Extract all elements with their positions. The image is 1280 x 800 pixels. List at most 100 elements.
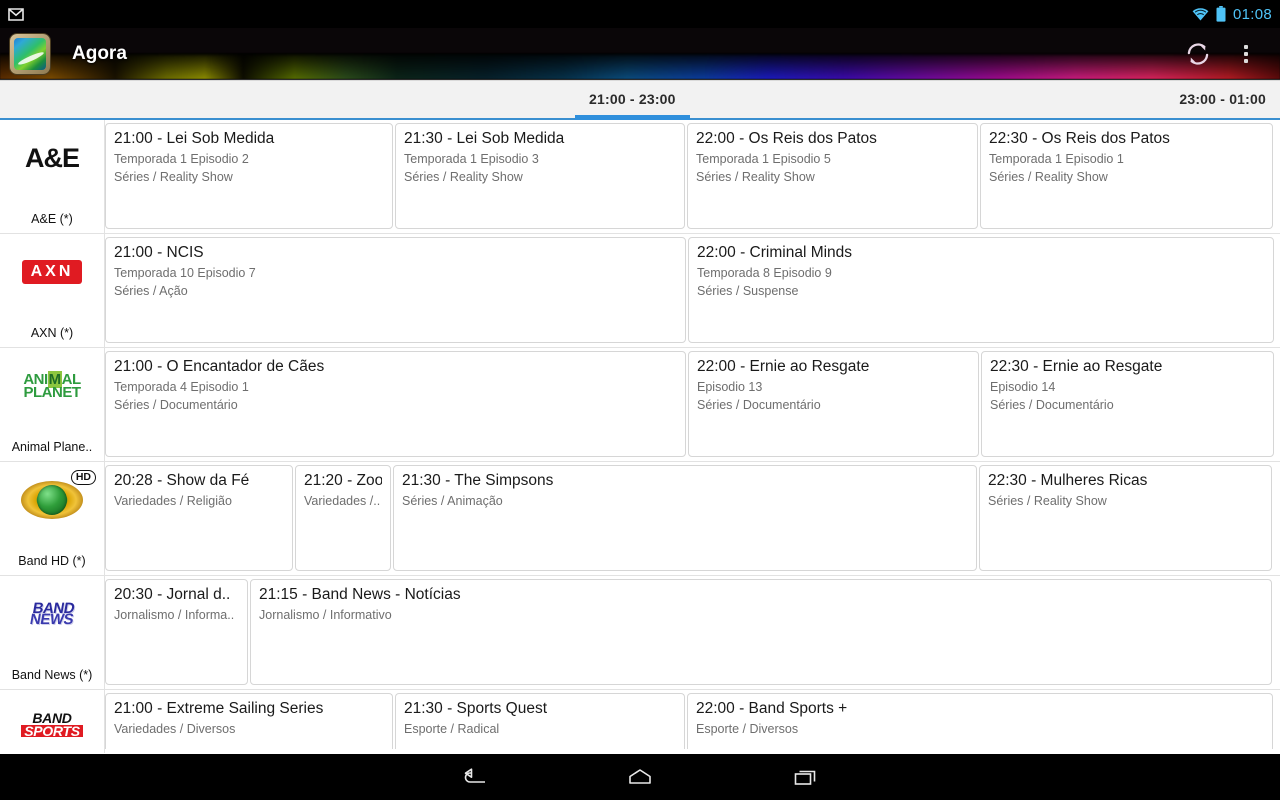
action-bar: Agora <box>0 28 1280 80</box>
program-title: 21:30 - Lei Sob Medida <box>404 130 565 147</box>
overflow-menu-icon <box>1244 44 1248 63</box>
channel-header-ae[interactable]: A&E A&E (*) <box>0 120 105 233</box>
program-cell[interactable]: 22:00 - Criminal Minds Temporada 8 Episo… <box>688 237 1274 343</box>
program-genre: Variedades /.. <box>304 494 381 508</box>
ae-logo: A&E <box>24 142 80 173</box>
program-cell[interactable]: 21:00 - NCIS Temporada 10 Episodio 7 Sér… <box>105 237 686 343</box>
program-title: 22:30 - Os Reis dos Patos <box>989 130 1170 147</box>
status-bar-system: 01:08 <box>1192 6 1272 23</box>
program-genre: Esporte / Radical <box>404 722 500 736</box>
program-genre: Esporte / Diversos <box>696 722 799 736</box>
program-genre: Séries / Documentário <box>114 398 238 412</box>
program-episode: Episodio 14 <box>990 380 1056 394</box>
program-cell[interactable]: 22:00 - Band Sports + Esporte / Diversos <box>687 693 1273 749</box>
program-episode: Temporada 1 Episodio 2 <box>114 152 249 166</box>
channel-header-axn[interactable]: AXN AXN (*) <box>0 234 105 347</box>
recents-button[interactable] <box>783 754 829 800</box>
axn-logo: AXN <box>2 244 102 300</box>
program-episode: Temporada 4 Episodio 1 <box>114 380 249 394</box>
tab-21-23[interactable]: 21:00 - 23:00 <box>575 80 690 120</box>
program-title: 22:30 - Ernie ao Resgate <box>990 358 1163 375</box>
program-cell[interactable]: 20:28 - Show da Fé Variedades / Religião <box>105 465 293 571</box>
program-title: 21:00 - NCIS <box>114 244 204 261</box>
program-genre: Séries / Reality Show <box>114 170 233 184</box>
channel-row: BAND SPORTS 21:00 - Extreme Sailing Serie… <box>0 690 1280 753</box>
program-cell[interactable]: 21:00 - Lei Sob Medida Temporada 1 Episo… <box>105 123 393 229</box>
program-genre: Séries / Reality Show <box>696 170 815 184</box>
program-genre: Séries / Ação <box>114 284 188 298</box>
battery-icon <box>1216 6 1226 22</box>
program-cell[interactable]: 21:15 - Band News - Notícias Jornalismo … <box>250 579 1272 685</box>
channel-name: AXN (*) <box>30 326 74 340</box>
android-navigation-bar <box>0 754 1280 800</box>
program-cell[interactable]: 22:30 - Ernie ao Resgate Episodio 14 Sér… <box>981 351 1274 457</box>
program-cell[interactable]: 21:30 - Sports Quest Esporte / Radical <box>395 693 685 749</box>
program-title: 21:30 - Sports Quest <box>404 700 548 717</box>
program-cell[interactable]: 22:30 - Mulheres Ricas Séries / Reality … <box>979 465 1272 571</box>
program-episode: Temporada 10 Episodio 7 <box>114 266 256 280</box>
mail-icon <box>8 7 24 21</box>
program-cell[interactable]: 20:30 - Jornal d.. Jornalismo / Informa.… <box>105 579 248 685</box>
animal-planet-logo: ANIMAL PLANET <box>23 371 81 401</box>
program-title: 21:15 - Band News - Notícias <box>259 586 461 603</box>
channel-header-animal-planet[interactable]: ANIMAL PLANET Animal Plane.. <box>0 348 105 461</box>
channel-row: A&E A&E (*) 21:00 - Lei Sob Medida Tempo… <box>0 120 1280 234</box>
program-cell[interactable]: 21:00 - O Encantador de Cães Temporada 4… <box>105 351 686 457</box>
program-cell[interactable]: 21:00 - Extreme Sailing Series Variedade… <box>105 693 393 749</box>
program-genre: Jornalismo / Informativo <box>259 608 392 622</box>
hd-badge: HD <box>70 470 96 485</box>
program-title: 21:20 - Zoo <box>304 472 382 489</box>
channel-name: Band HD (*) <box>18 554 86 568</box>
program-title: 21:00 - Lei Sob Medida <box>114 130 275 147</box>
home-icon <box>627 767 653 787</box>
program-genre: Variedades / Religião <box>114 494 232 508</box>
refresh-button[interactable] <box>1174 30 1222 78</box>
program-genre: Séries / Reality Show <box>989 170 1108 184</box>
channel-header-band-news[interactable]: BAND NEWS Band News (*) <box>0 576 105 689</box>
program-episode: Temporada 1 Episodio 5 <box>696 152 831 166</box>
program-cell[interactable]: 21:30 - The Simpsons Séries / Animação <box>393 465 977 571</box>
program-genre: Séries / Suspense <box>697 284 799 298</box>
time-range-tabs: 21:00 - 23:00 23:00 - 01:00 <box>0 80 1280 120</box>
channel-row: AXN AXN (*) 21:00 - NCIS Temporada 10 Ep… <box>0 234 1280 348</box>
wifi-icon <box>1192 7 1209 21</box>
program-title: 20:28 - Show da Fé <box>114 472 250 489</box>
program-episode: Temporada 8 Episodio 9 <box>697 266 832 280</box>
channel-row: BAND NEWS Band News (*) 20:30 - Jornal d.… <box>0 576 1280 690</box>
program-cell[interactable]: 22:30 - Os Reis dos Patos Temporada 1 Ep… <box>980 123 1273 229</box>
program-title: 20:30 - Jornal d.. <box>114 586 231 603</box>
program-cell[interactable]: 22:00 - Ernie ao Resgate Episodio 13 Sér… <box>688 351 979 457</box>
status-bar: 01:08 <box>0 0 1280 28</box>
home-button[interactable] <box>617 754 663 800</box>
channel-header-band-hd[interactable]: HD Band HD (*) <box>0 462 105 575</box>
program-genre: Séries / Reality Show <box>988 494 1107 508</box>
channel-row: ANIMAL PLANET Animal Plane.. 21:00 - O En… <box>0 348 1280 462</box>
tab-23-01[interactable]: 23:00 - 01:00 <box>1165 80 1280 118</box>
app-title: Agora <box>72 42 127 64</box>
program-episode: Temporada 1 Episodio 3 <box>404 152 539 166</box>
program-episode: Temporada 1 Episodio 1 <box>989 152 1124 166</box>
channel-name: Band News (*) <box>11 668 93 682</box>
program-cell[interactable]: 22:00 - Os Reis dos Patos Temporada 1 Ep… <box>687 123 978 229</box>
program-title: 22:00 - Band Sports + <box>696 700 848 717</box>
program-genre: Séries / Animação <box>402 494 503 508</box>
program-cell[interactable]: 21:20 - Zoo Variedades /.. <box>295 465 391 571</box>
program-genre: Jornalismo / Informa.. <box>114 608 235 622</box>
tv-app-icon[interactable] <box>10 33 50 74</box>
program-title: 21:00 - O Encantador de Cães <box>114 358 325 375</box>
channel-header-band-sports[interactable]: BAND SPORTS <box>0 690 105 753</box>
channel-name: Animal Plane.. <box>11 440 93 454</box>
program-title: 21:00 - Extreme Sailing Series <box>114 700 324 717</box>
program-title: 21:30 - The Simpsons <box>402 472 554 489</box>
epg-grid[interactable]: A&E A&E (*) 21:00 - Lei Sob Medida Tempo… <box>0 120 1280 754</box>
back-icon <box>461 767 487 787</box>
back-button[interactable] <box>451 754 497 800</box>
refresh-icon <box>1184 40 1212 68</box>
program-genre: Séries / Documentário <box>990 398 1114 412</box>
overflow-menu-button[interactable] <box>1222 30 1270 78</box>
band-hd-logo: HD <box>2 470 102 528</box>
program-cell[interactable]: 21:30 - Lei Sob Medida Temporada 1 Episo… <box>395 123 685 229</box>
program-title: 22:00 - Os Reis dos Patos <box>696 130 877 147</box>
band-sports-logo: BAND SPORTS <box>2 704 102 744</box>
program-episode: Episodio 13 <box>697 380 763 394</box>
